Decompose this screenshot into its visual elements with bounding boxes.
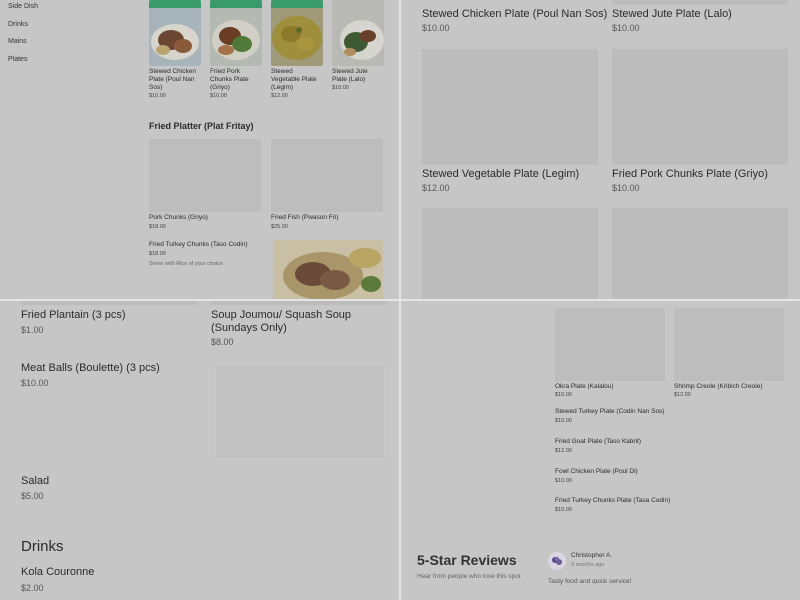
item-name[interactable]: Fried Fish (Pwason Fri) (271, 214, 339, 221)
nav-item-plates[interactable]: Plates (8, 55, 38, 73)
item-name[interactable]: Meat Balls (Boulette) (3 pcs) (21, 362, 160, 375)
nav-item-mains[interactable]: Mains (8, 37, 38, 55)
section-heading-drinks: Drinks (21, 538, 64, 555)
item-name[interactable]: Stewed Jute Plate (Lalo) (612, 8, 732, 20)
food-photo (332, 0, 384, 66)
item-price: $10.00 (555, 418, 572, 424)
item-name[interactable]: Fried Pork Chunks Plate (Griyo) (612, 168, 768, 180)
item-name[interactable]: Stewed Chicken Plate (Poul Nan Sos) (422, 8, 607, 20)
item-price: $10.00 (612, 183, 640, 193)
item-name: Stewed Chicken Plate (Poul Nan Sos) (149, 68, 196, 91)
food-photo (271, 0, 323, 66)
item-name[interactable]: Fried Plantain (3 pcs) (21, 309, 126, 322)
item-image-placeholder[interactable] (21, 301, 197, 305)
item-name[interactable]: Kola Couronne (21, 566, 94, 579)
item-price: $2.00 (21, 583, 44, 593)
item-price: $8.00 (211, 337, 234, 347)
item-price: $18.00 (149, 224, 166, 230)
menu-card[interactable]: Fried Pork Chunks Plate (Griyo) $10.00 (210, 0, 262, 99)
item-price: $12.00 (422, 183, 450, 193)
item-price: $12.00 (555, 448, 572, 454)
item-image-placeholder[interactable] (215, 364, 385, 459)
item-image-placeholder[interactable] (612, 0, 788, 5)
item-name[interactable]: Okra Plate (Kalalou) (555, 383, 614, 390)
item-name: Stewed Vegetable Plate (Legim) (271, 68, 317, 91)
item-price: $5.00 (21, 491, 44, 501)
item-name[interactable]: Fried Turkey Chunks Plate (Tasa Codin) (555, 497, 670, 504)
item-price: $12.00 (271, 93, 288, 99)
reviews-title: 5-Star Reviews (417, 552, 517, 568)
item-price: $10.00 (149, 93, 166, 99)
item-price: $10.00 (555, 478, 572, 484)
item-price: $10.00 (332, 85, 349, 91)
item-name[interactable]: Shrimp Creole (Kribich Creole) (674, 383, 763, 390)
item-name[interactable]: Pork Chunks (Griyo) (149, 214, 208, 221)
item-name[interactable]: Stewed Turkey Plate (Codin Nan Sos) (555, 408, 664, 415)
section-title: Fried Platter (Plat Fritay) (149, 121, 254, 131)
item-price: $10.00 (422, 23, 450, 33)
item-image-placeholder[interactable] (211, 301, 387, 305)
item-name[interactable]: Salad (21, 475, 49, 488)
menu-panel-bottom-right: Okra Plate (Kalalou) $10.00 Shrimp Creol… (401, 301, 800, 600)
avatar (548, 552, 566, 570)
menu-card[interactable]: Stewed Chicken Plate (Poul Nan Sos) $10.… (149, 0, 201, 99)
food-photo[interactable] (273, 240, 383, 299)
nav-item-side-dish[interactable]: Side Dish (8, 2, 38, 20)
nav-item-drinks[interactable]: Drinks (8, 20, 38, 38)
item-name: Stewed Jute Plate (Lalo) (332, 68, 368, 83)
item-image-placeholder[interactable] (271, 139, 383, 212)
item-price: $10.00 (555, 507, 572, 513)
item-price: $1.00 (21, 325, 44, 335)
item-image-placeholder[interactable] (612, 208, 788, 299)
item-name[interactable]: Fried Turkey Chunks (Taso Codin) (149, 241, 248, 248)
item-name[interactable]: Fowl Chicken Plate (Poul Di) (555, 468, 638, 475)
item-price: $12.00 (674, 392, 691, 398)
reviewer-name: Christopher A. (571, 552, 613, 559)
food-photo (149, 0, 201, 66)
item-image-placeholder[interactable] (422, 208, 598, 299)
item-price: $10.00 (210, 93, 227, 99)
menu-card[interactable]: Stewed Jute Plate (Lalo) $10.00 (332, 0, 384, 91)
menu-panel-top-left: Side Dish Drinks Mains Plates Stewed Chi… (0, 0, 399, 299)
item-image-placeholder[interactable] (422, 49, 598, 165)
item-image-placeholder[interactable] (555, 308, 665, 381)
item-price: $25.00 (271, 224, 288, 230)
item-name: Fried Pork Chunks Plate (Griyo) (210, 68, 249, 91)
item-price: $10.00 (555, 392, 572, 398)
review-text: Tasty food and quick service! (548, 578, 632, 585)
item-name[interactable]: Soup Joumou/ Squash Soup (Sundays Only) (211, 309, 381, 335)
review-time: 9 months ago (571, 562, 605, 568)
reviews-subtitle: Hear from people who love this spot (417, 573, 521, 580)
item-name[interactable]: Stewed Vegetable Plate (Legim) (422, 168, 579, 180)
item-image-placeholder[interactable] (674, 308, 784, 381)
item-price: $10.00 (21, 378, 49, 388)
food-photo (210, 0, 262, 66)
menu-panel-bottom-left: Fried Plantain (3 pcs) $1.00 Soup Joumou… (0, 301, 399, 600)
item-name[interactable]: Fried Goat Plate (Taso Kabrit) (555, 438, 641, 445)
item-price: $18.00 (149, 251, 166, 257)
item-image-placeholder[interactable] (612, 49, 788, 165)
item-price: $10.00 (612, 23, 640, 33)
item-description: Serve with Rice of your choice (149, 261, 223, 267)
menu-card[interactable]: Stewed Vegetable Plate (Legim) $12.00 (271, 0, 323, 99)
menu-panel-top-right: Stewed Chicken Plate (Poul Nan Sos) $10.… (401, 0, 800, 299)
category-nav: Side Dish Drinks Mains Plates (8, 2, 38, 72)
tile-divider-horizontal (0, 299, 800, 301)
item-image-placeholder[interactable] (149, 139, 261, 212)
